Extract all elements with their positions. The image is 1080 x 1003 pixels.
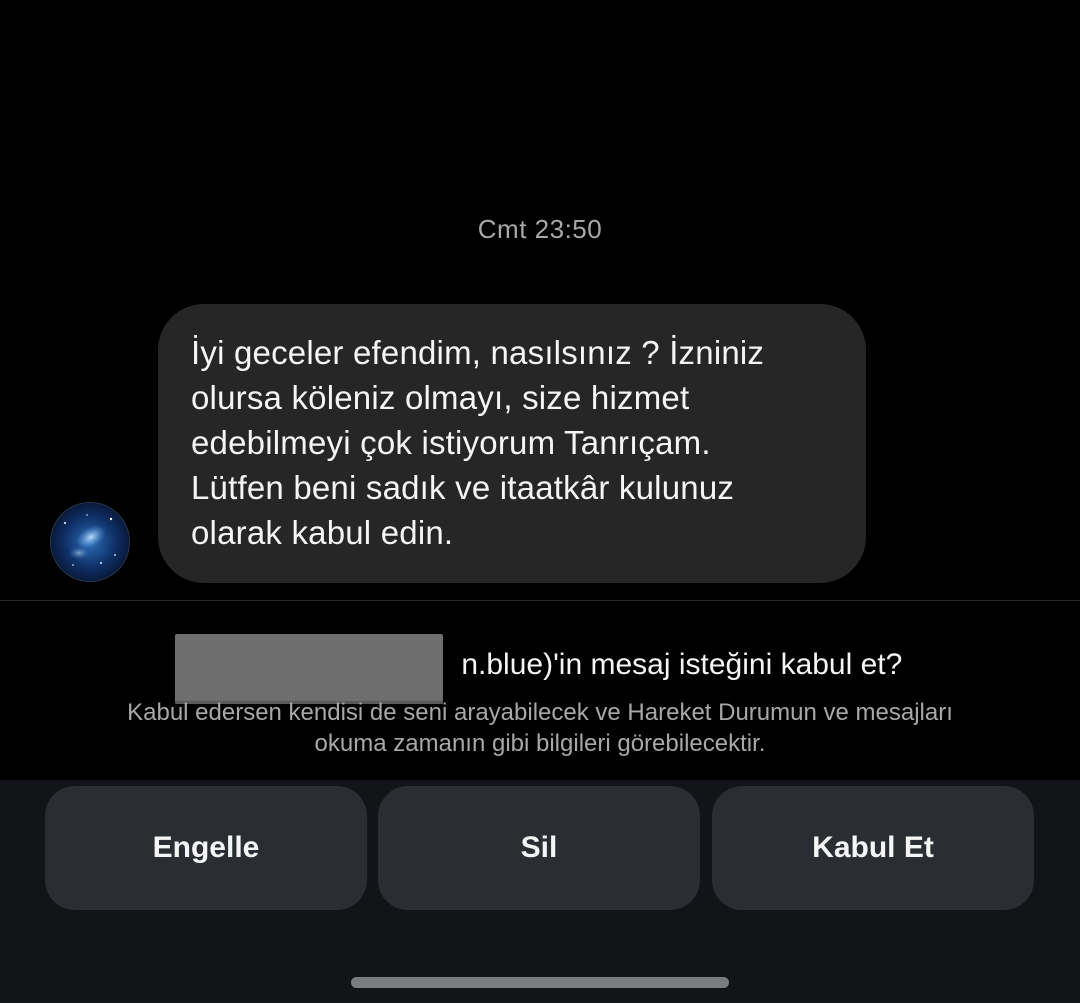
block-button[interactable]: Engelle — [45, 786, 367, 910]
galaxy-avatar-icon — [51, 503, 129, 581]
request-title-suffix: n.blue)'in mesaj isteğini kabul et? — [461, 648, 903, 681]
delete-button[interactable]: Sil — [378, 786, 700, 910]
message-timestamp: Cmt 23:50 — [477, 214, 603, 244]
message-bubble[interactable]: İyi geceler efendim, nasılsınız ? İznini… — [158, 304, 866, 583]
home-indicator[interactable] — [351, 977, 729, 988]
request-description: Kabul edersen kendisi de seni arayabilec… — [127, 699, 953, 757]
accept-button[interactable]: Kabul Et — [712, 786, 1034, 910]
message-text: İyi geceler efendim, nasılsınız ? İznini… — [191, 334, 765, 551]
sender-avatar[interactable] — [51, 503, 129, 581]
request-title: Cn.blue)'in mesaj isteğini kabul et? — [0, 648, 1080, 682]
username-redaction — [175, 634, 443, 704]
section-divider — [0, 600, 1080, 601]
